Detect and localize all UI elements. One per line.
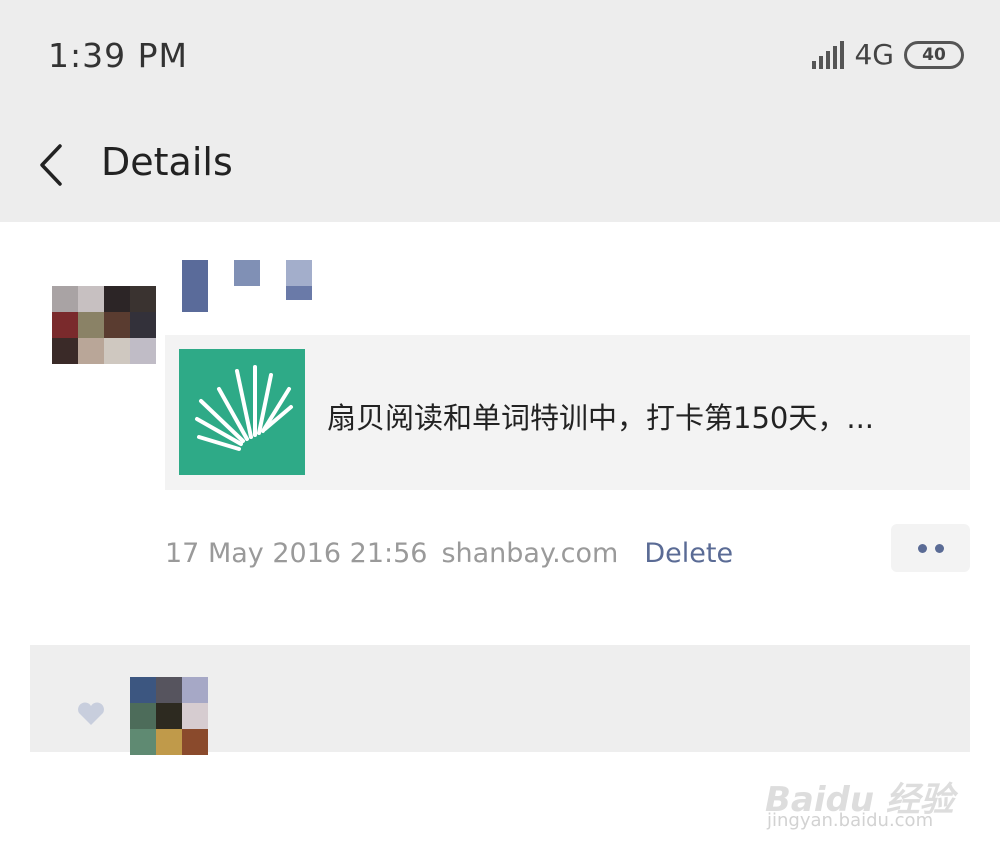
heart-icon <box>78 702 104 725</box>
chevron-left-icon[interactable] <box>34 140 74 190</box>
status-bar: 1:39 PM 4G 40 <box>0 0 1000 110</box>
shared-link-title: 扇贝阅读和单词特训中，打卡第150天，... <box>327 401 875 435</box>
shanbay-logo-icon <box>179 349 305 475</box>
watermark-logo: Baidu 经验 jingyan.baidu.com <box>765 760 955 840</box>
shared-link-card[interactable]: 扇贝阅读和单词特训中，打卡第150天，... <box>165 335 970 490</box>
status-indicators: 4G 40 <box>812 38 964 71</box>
status-time: 1:39 PM <box>48 36 188 75</box>
page-title: Details <box>101 140 233 184</box>
username-redacted[interactable] <box>182 260 322 312</box>
post-timestamp: 17 May 2016 21:56 <box>165 538 428 569</box>
signal-icon <box>812 40 845 69</box>
delete-button[interactable]: Delete <box>644 538 733 569</box>
battery-icon: 40 <box>904 40 964 69</box>
more-dots-icon[interactable] <box>891 524 970 572</box>
network-type: 4G <box>854 38 894 71</box>
watermark-sub: jingyan.baidu.com <box>767 810 934 831</box>
liker-avatar[interactable] <box>130 677 208 755</box>
post-source[interactable]: shanbay.com <box>441 538 618 569</box>
post-meta: 17 May 2016 21:56 shanbay.com Delete <box>165 538 733 569</box>
avatar[interactable] <box>52 286 156 378</box>
battery-level: 40 <box>922 44 946 65</box>
